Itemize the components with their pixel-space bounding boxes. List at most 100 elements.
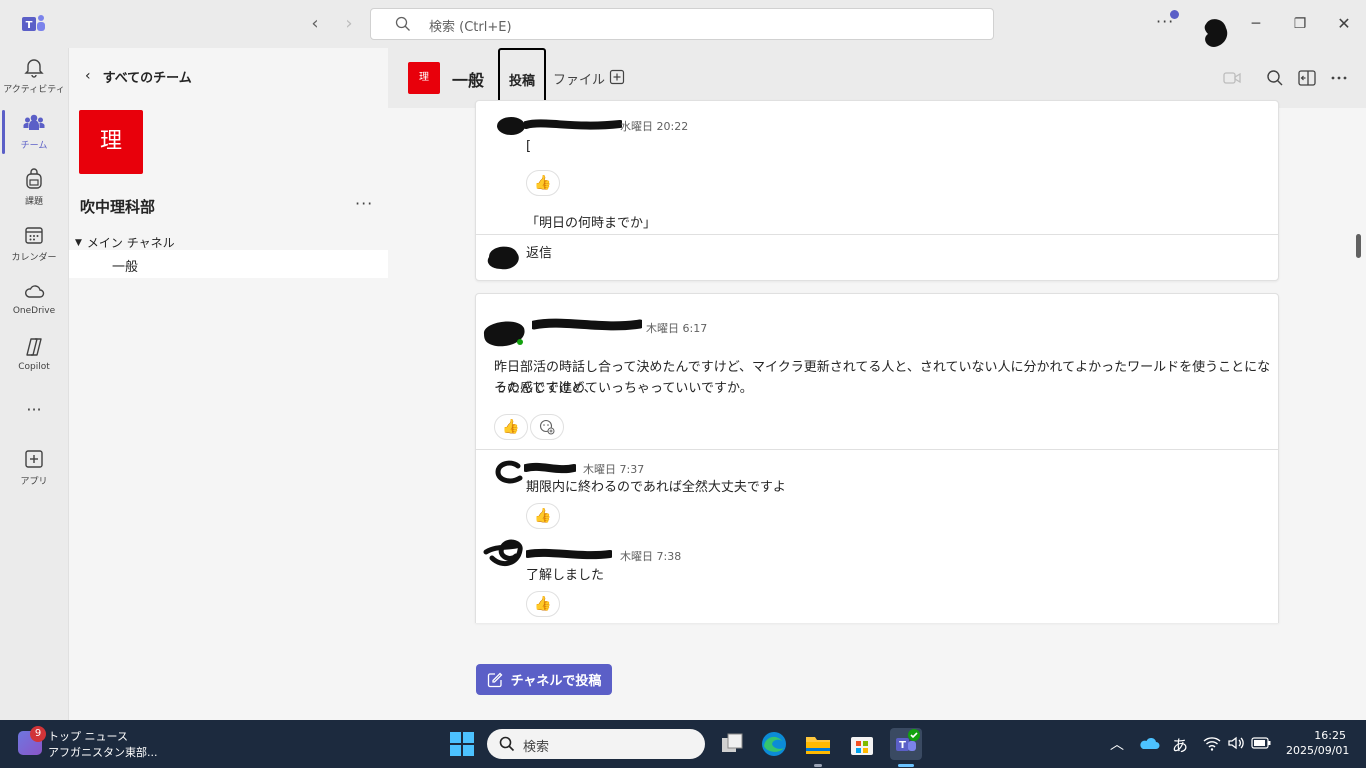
windows-start-icon[interactable]: [446, 728, 478, 760]
ime-indicator[interactable]: あ: [1172, 732, 1188, 756]
taskbar-search-label: 検索: [523, 740, 550, 755]
rail-item-onedrive[interactable]: OneDrive: [0, 280, 68, 330]
redacted-author-name: [532, 318, 642, 331]
channel-group-header[interactable]: ▼ メイン チャネル: [75, 234, 175, 251]
all-teams-back-button[interactable]: ‹ すべてのチーム: [85, 66, 192, 86]
rail-label: OneDrive: [12, 306, 56, 316]
taskbar-search-box[interactable]: 検索: [487, 729, 705, 759]
teams-icon: [23, 114, 45, 130]
taskbar: 9 トップ ニュース アフガニスタン東部... 検索 T ︿ あ 16:25 2…: [0, 720, 1366, 768]
file-explorer-icon[interactable]: [802, 728, 834, 760]
channel-title: 一般: [452, 71, 485, 90]
redacted-author-name: [526, 548, 612, 560]
channel-team-avatar: 理: [408, 62, 440, 94]
reply-divider: [476, 234, 1278, 235]
onedrive-tray-icon[interactable]: [1138, 735, 1160, 753]
teams-logo-icon[interactable]: T: [22, 13, 46, 35]
message-text: 「明日の何時までか」: [526, 216, 657, 231]
redacted-avatar: [483, 321, 525, 347]
reply-divider: [476, 449, 1278, 450]
bell-icon: [24, 59, 44, 78]
rail-item-teams[interactable]: チーム: [0, 112, 68, 162]
thread-card: 木曜日 6:17 昨日部活の時話し合って決めたんですけど、マイクラ更新されてる人…: [475, 293, 1279, 623]
active-app-indicator: [898, 764, 914, 767]
rail-item-more[interactable]: ···: [0, 400, 68, 424]
profile-avatar[interactable]: [1200, 14, 1232, 50]
message-timestamp: 木曜日 7:37: [583, 463, 645, 476]
rail-label: カレンダー: [11, 253, 57, 263]
back-arrow-icon[interactable]: ‹: [305, 14, 325, 34]
rail-item-apps[interactable]: アプリ: [0, 448, 68, 498]
news-title[interactable]: トップ ニュース: [48, 728, 128, 744]
svg-text:T: T: [899, 740, 906, 751]
speaker-icon[interactable]: [1227, 735, 1245, 751]
clock-time: 16:25: [1314, 729, 1346, 742]
channel-item-general[interactable]: 一般: [69, 250, 389, 278]
copilot-icon: [26, 338, 42, 356]
rail-label: アクティビティ: [3, 85, 65, 95]
rail-item-copilot[interactable]: Copilot: [0, 336, 68, 386]
rail-item-assignments[interactable]: 課題: [0, 168, 68, 218]
rail-label: 課題: [24, 197, 43, 207]
cloud-icon: [25, 285, 45, 298]
team-more-options-icon[interactable]: ···: [355, 194, 373, 213]
wifi-icon[interactable]: [1203, 735, 1221, 751]
battery-icon[interactable]: [1251, 737, 1271, 749]
news-badge: 9: [30, 726, 46, 742]
reply-button[interactable]: 返信: [526, 243, 552, 264]
like-reaction[interactable]: 👍: [526, 170, 560, 196]
title-bar: T ‹ › 検索 (Ctrl+E) ··· ─ ❐ ✕: [0, 0, 1366, 48]
post-button-label: チャネルで投稿: [510, 674, 602, 689]
search-icon[interactable]: [1266, 69, 1284, 87]
scrollbar-thumb[interactable]: [1356, 234, 1361, 258]
rail-item-activity[interactable]: アクティビティ: [0, 56, 68, 106]
minimize-icon[interactable]: ─: [1246, 14, 1266, 34]
search-input[interactable]: 検索 (Ctrl+E): [370, 8, 994, 40]
backpack-icon: [26, 168, 42, 189]
like-reaction[interactable]: 👍: [494, 414, 528, 440]
redacted-avatar: [483, 539, 523, 567]
search-placeholder: 検索 (Ctrl+E): [429, 20, 512, 35]
task-view-icon[interactable]: [716, 728, 748, 760]
clock-date: 2025/09/01: [1286, 744, 1350, 757]
add-tab-icon[interactable]: [609, 69, 625, 85]
forward-arrow-icon[interactable]: ›: [339, 14, 359, 34]
panel-toggle-icon[interactable]: [1298, 69, 1316, 87]
teams-taskbar-icon[interactable]: T: [890, 728, 922, 760]
message-text: 了解しました: [526, 568, 605, 583]
video-call-icon[interactable]: [1223, 69, 1241, 87]
more-options-icon[interactable]: [1330, 69, 1348, 87]
close-icon[interactable]: ✕: [1334, 14, 1354, 34]
channel-header: 理 一般 投稿 ファイル: [388, 48, 1366, 109]
like-reaction[interactable]: 👍: [526, 503, 560, 529]
news-headline[interactable]: アフガニスタン東部...: [48, 744, 158, 760]
redacted-author-name: [524, 119, 622, 130]
system-clock[interactable]: 16:25 2025/09/01: [1286, 729, 1350, 757]
post-in-channel-button[interactable]: チャネルで投稿: [476, 664, 612, 695]
notification-dot: [1170, 10, 1179, 19]
rail-label: アプリ: [20, 477, 48, 487]
microsoft-store-icon[interactable]: [846, 728, 878, 760]
maximize-icon[interactable]: ❐: [1290, 14, 1310, 34]
redacted-avatar: [495, 460, 523, 484]
message-text: [: [526, 139, 532, 154]
message-text: その感じで進めていっちゃっていいですか。: [494, 381, 753, 396]
chevron-left-icon: ‹: [85, 68, 91, 84]
rail-label: Copilot: [18, 362, 50, 372]
edge-browser-icon[interactable]: [758, 728, 790, 760]
redacted-avatar: [487, 246, 519, 270]
redacted-avatar: [497, 117, 525, 135]
thread-card: 水曜日 20:22 [ 👍 「明日の何時までか」 返信: [475, 100, 1279, 281]
add-app-icon: [25, 450, 43, 468]
redacted-author-name: [524, 462, 576, 474]
add-reaction-button[interactable]: [530, 414, 564, 440]
all-teams-label: すべてのチーム: [102, 70, 192, 86]
like-reaction[interactable]: 👍: [526, 591, 560, 617]
posts-area[interactable]: 水曜日 20:22 [ 👍 「明日の何時までか」 返信 木曜日 6:17 昨日部…: [388, 100, 1366, 720]
team-sidebar: ‹ すべてのチーム 理 吹中理科部 ··· ▼ メイン チャネル 一般: [68, 48, 389, 720]
message-timestamp: 木曜日 6:17: [646, 322, 708, 335]
rail-item-calendar[interactable]: カレンダー: [0, 224, 68, 274]
add-emoji-icon: [539, 419, 555, 435]
chevron-up-icon[interactable]: ︿: [1110, 734, 1124, 754]
tab-files[interactable]: ファイル: [553, 69, 605, 88]
